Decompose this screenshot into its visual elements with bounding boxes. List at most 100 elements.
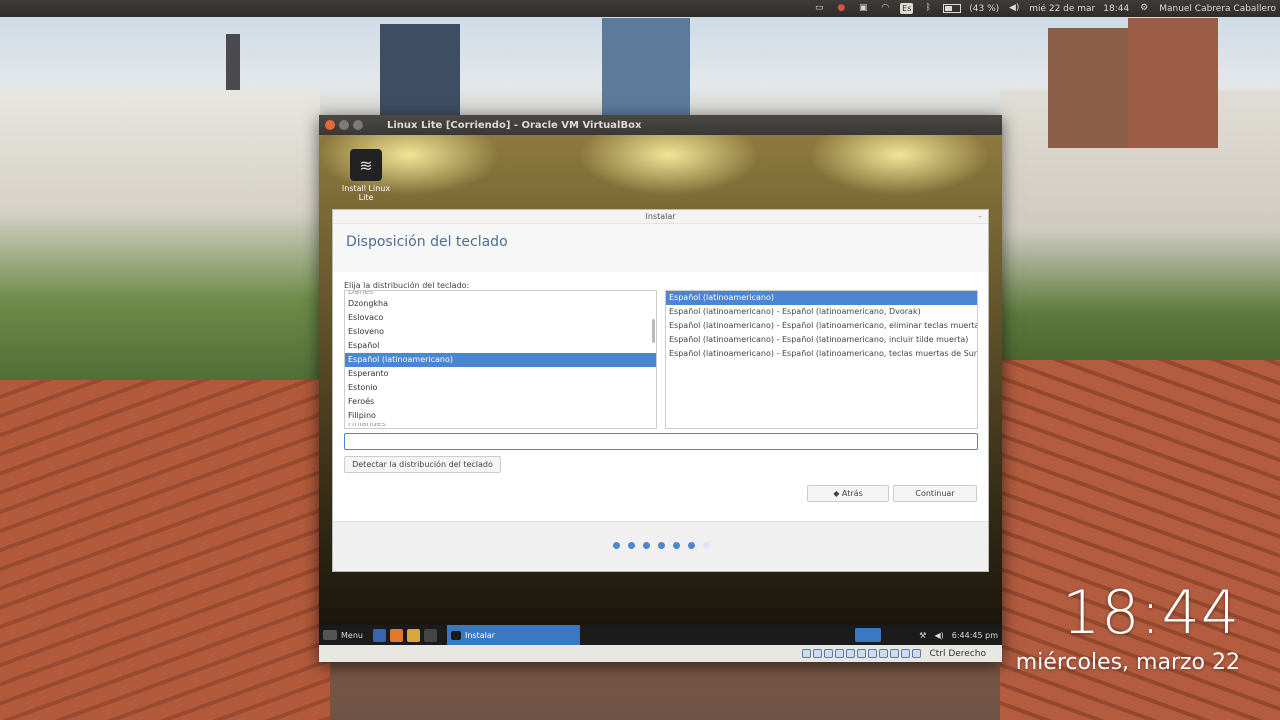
wallpaper-tower — [380, 24, 460, 119]
taskbar-clock[interactable]: 6:44:45 pm — [952, 631, 998, 640]
list-item[interactable]: Esperanto — [345, 367, 656, 381]
recording-icon[interactable] — [879, 649, 889, 658]
taskbar-item-installer[interactable]: Instalar — [446, 625, 580, 645]
wallpaper-tower — [602, 18, 690, 118]
keyboard-layout-list[interactable]: Danés Dzongkha Eslovaco Esloveno Español… — [344, 290, 657, 429]
installer-titlebar[interactable]: Instalar – — [333, 210, 988, 224]
desktop-clock-date: miércoles, marzo 22 — [1015, 650, 1240, 675]
installer-title: Instalar — [645, 212, 676, 221]
progress-dot — [643, 542, 650, 549]
network-icon[interactable] — [835, 649, 845, 658]
cpu-icon[interactable] — [890, 649, 900, 658]
list-item[interactable]: Estonio — [345, 381, 656, 395]
wallpaper-tower — [226, 34, 240, 90]
minimize-icon[interactable]: – — [978, 210, 982, 224]
list-item[interactable]: Español (latinoamericano) - Español (lat… — [666, 333, 977, 347]
volume-icon[interactable]: ◀) — [934, 631, 943, 640]
virtualbox-window: Linux Lite [Corriendo] - Oracle VM Virtu… — [319, 115, 1002, 662]
list-item[interactable]: Español (latinoamericano) - Español (lat… — [666, 319, 977, 333]
network-icon[interactable]: ⚒ — [919, 631, 926, 640]
vbox-title: Linux Lite [Corriendo] - Oracle VM Virtu… — [387, 119, 642, 131]
desktop-icon[interactable] — [372, 628, 386, 642]
list-item-selected[interactable]: Español (latinoamericano) — [666, 291, 977, 305]
camera-icon[interactable]: ▣ — [856, 3, 870, 14]
keyboard-capture-icon[interactable] — [912, 649, 922, 658]
progress-dot — [658, 542, 665, 549]
taskbar-item-label: Instalar — [464, 630, 496, 640]
menu-label: Menu — [341, 630, 363, 640]
wallpaper-tower — [1128, 18, 1218, 148]
usb-icon[interactable] — [846, 649, 856, 658]
panel-date[interactable]: mié 22 de mar — [1029, 4, 1095, 14]
optical-drive-icon[interactable] — [813, 649, 823, 658]
list-item[interactable]: Esloveno — [345, 325, 656, 339]
audio-icon[interactable] — [824, 649, 834, 658]
harddisk-icon[interactable] — [802, 649, 812, 658]
detect-layout-button[interactable]: Detectar la distribución del teclado — [344, 456, 501, 473]
layout-prompt: Elija la distribución del teclado: — [344, 281, 470, 290]
panel-time[interactable]: 18:44 — [1103, 4, 1129, 14]
menu-button[interactable]: Menu — [319, 625, 367, 645]
tray-app-icon[interactable] — [855, 628, 882, 642]
vbox-statusbar: Ctrl Derecho — [319, 645, 1002, 662]
file-manager-icon[interactable] — [406, 628, 420, 642]
firefox-icon[interactable] — [389, 628, 403, 642]
quick-launch — [372, 628, 437, 642]
display-icon[interactable] — [868, 649, 878, 658]
list-item[interactable]: Finlandés — [345, 423, 656, 428]
wallpaper-roofs-left — [0, 380, 330, 720]
progress-dot — [703, 542, 710, 549]
guest-screen: ≋ Install Linux Lite Instalar – Disposic… — [319, 135, 1002, 625]
guest-taskbar: Menu Instalar ⚒ ◀) 6:44:45 pm — [319, 625, 1002, 645]
wallpaper-tower — [1048, 28, 1140, 148]
progress-dot — [628, 542, 635, 549]
vbox-titlebar[interactable]: Linux Lite [Corriendo] - Oracle VM Virtu… — [319, 115, 1002, 135]
top-panel: ▭ ● ▣ ◠ Es ᛒ (43 %) ◀) mié 22 de mar 18:… — [0, 0, 1280, 17]
list-item[interactable]: Feroés — [345, 395, 656, 409]
panel-user[interactable]: Manuel Cabrera Caballero — [1159, 4, 1276, 14]
volume-icon[interactable]: ◀) — [1007, 3, 1021, 14]
battery-icon[interactable] — [943, 4, 962, 13]
back-button[interactable]: ◆ Atrás — [807, 485, 889, 502]
progress-dots — [613, 542, 710, 549]
list-item[interactable]: Español — [345, 339, 656, 353]
close-icon[interactable] — [325, 120, 335, 130]
progress-dot — [688, 542, 695, 549]
mouse-integration-icon[interactable] — [901, 649, 911, 658]
gear-icon[interactable]: ⚙ — [1137, 3, 1151, 14]
installer-window: Instalar – Disposición del teclado Elija… — [332, 209, 989, 572]
record-icon[interactable]: ● — [834, 3, 848, 14]
continue-button[interactable]: Continuar — [893, 485, 977, 502]
install-desktop-icon[interactable]: ≋ Install Linux Lite — [335, 149, 397, 202]
screenshot-icon[interactable]: ▭ — [812, 3, 826, 14]
keyboard-layout-indicator[interactable]: Es — [900, 3, 914, 14]
linux-lite-logo-icon — [323, 630, 337, 640]
bluetooth-icon[interactable]: ᛒ — [921, 3, 935, 14]
list-item[interactable]: Español (latinoamericano) - Español (lat… — [666, 347, 977, 361]
battery-percent: (43 %) — [969, 3, 1000, 14]
installer-footer — [333, 521, 988, 571]
keyboard-test-input[interactable] — [344, 433, 978, 450]
list-item-selected[interactable]: Español (latinoamericano) — [345, 353, 656, 367]
progress-dot — [673, 542, 680, 549]
system-tray: ⚒ ◀) 6:44:45 pm — [855, 628, 1002, 642]
desktop-clock-time: 18:44 — [1062, 578, 1240, 648]
list-item[interactable]: Dzongkha — [345, 297, 656, 311]
keyboard-variant-list[interactable]: Español (latinoamericano) Español (latin… — [665, 290, 978, 429]
wallpaper-buildings-left — [0, 90, 320, 390]
page-title: Disposición del teclado — [346, 234, 508, 250]
progress-dot — [613, 542, 620, 549]
host-key-label: Ctrl Derecho — [929, 648, 986, 659]
list-item[interactable]: Eslovaco — [345, 311, 656, 325]
shared-folder-icon[interactable] — [857, 649, 867, 658]
wifi-icon[interactable]: ◠ — [878, 3, 892, 14]
scrollbar[interactable] — [652, 319, 655, 343]
installer-icon — [450, 630, 461, 640]
minimize-icon[interactable] — [339, 120, 349, 130]
installer-header: Disposición del teclado — [333, 224, 988, 272]
list-item[interactable]: Español (latinoamericano) - Español (lat… — [666, 305, 977, 319]
linux-lite-logo-icon: ≋ — [350, 149, 382, 181]
list-item[interactable]: Filipino — [345, 409, 656, 423]
maximize-icon[interactable] — [353, 120, 363, 130]
terminal-icon[interactable] — [423, 628, 437, 642]
